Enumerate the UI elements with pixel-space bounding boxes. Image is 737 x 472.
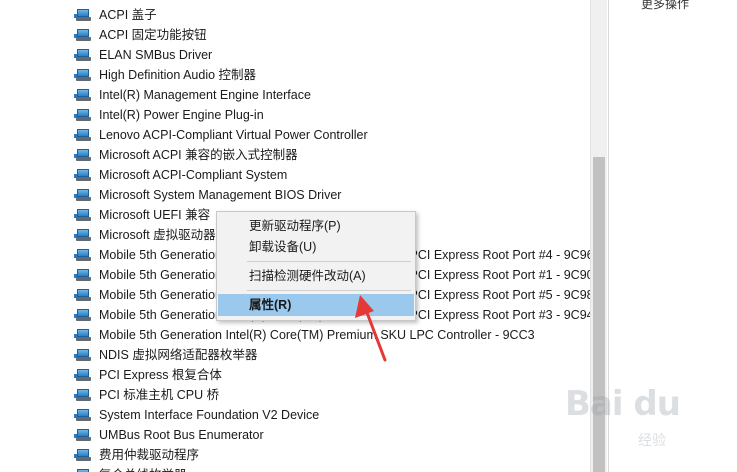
watermark: Bai du 经验 [565, 384, 681, 448]
